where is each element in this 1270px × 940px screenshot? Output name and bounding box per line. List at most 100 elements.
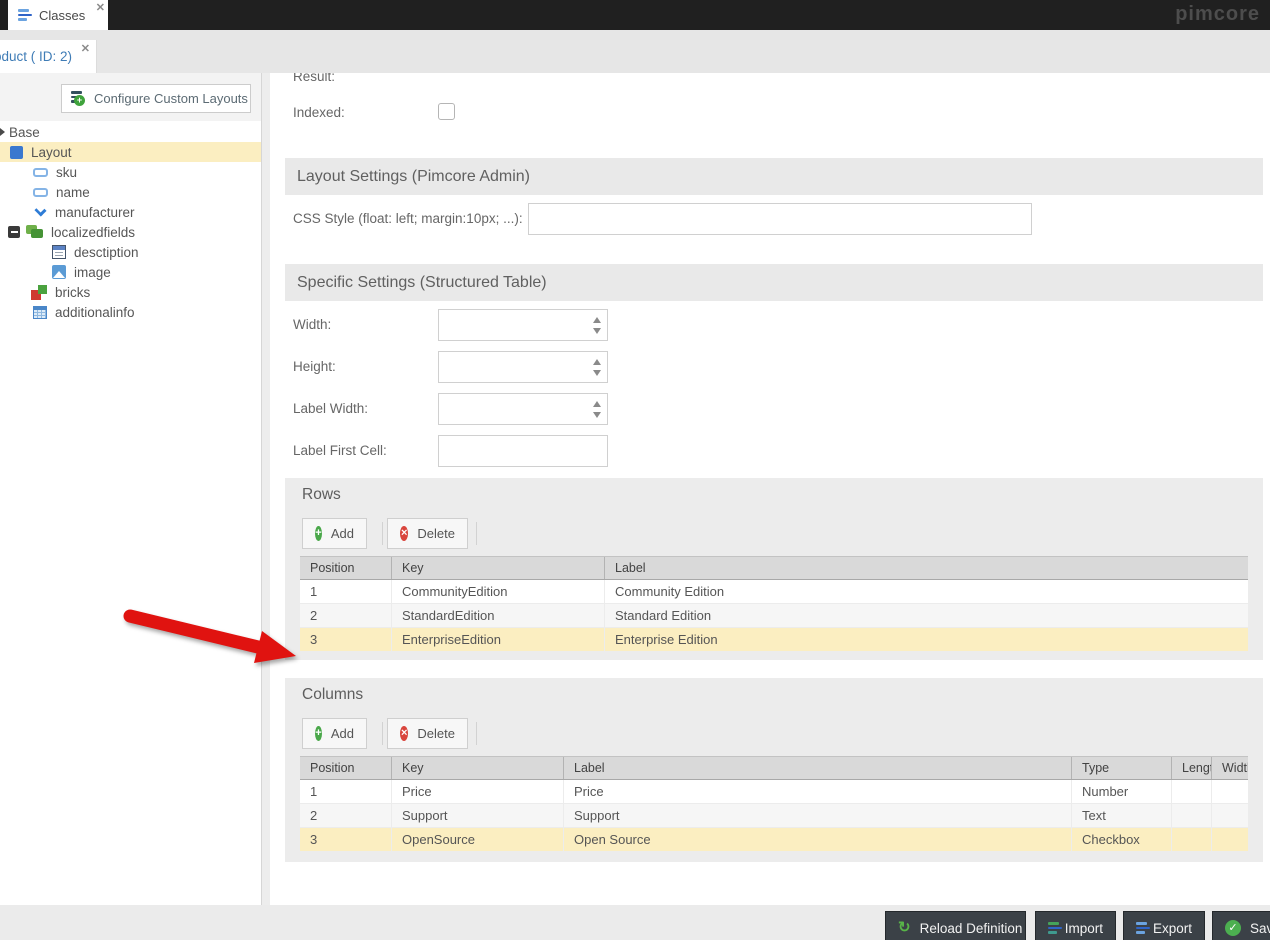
rows-grid-header: Position Key Label xyxy=(300,556,1248,580)
tree-item-bricks[interactable]: bricks xyxy=(0,282,261,302)
columns-grid-header: Position Key Label Type Length Width xyxy=(300,756,1248,780)
column-header[interactable]: Key xyxy=(392,557,605,579)
input-field-icon xyxy=(33,188,48,197)
table-field-icon xyxy=(33,306,47,319)
add-icon: + xyxy=(315,526,322,541)
save-check-icon: ✓ xyxy=(1225,920,1241,936)
objectbricks-icon xyxy=(31,285,47,300)
tree-item-desctiption[interactable]: desctiption xyxy=(0,242,261,262)
tree-item-image[interactable]: image xyxy=(0,262,261,282)
expander-icon[interactable] xyxy=(0,128,5,136)
height-field xyxy=(438,351,608,383)
pimcore-logo: pimcore xyxy=(1175,3,1260,26)
class-tree-panel: + Configure Custom Layouts Base Layout s… xyxy=(0,73,262,905)
field-settings-panel: Result: Indexed: Layout Settings (Pimcor… xyxy=(270,73,1270,905)
custom-layout-icon: + xyxy=(71,91,86,106)
save-button[interactable]: ✓ Save xyxy=(1212,911,1270,940)
rows-grid: Position Key Label 1 CommunityEdition Co… xyxy=(300,556,1248,652)
bottom-toolbar: ↻ Reload Definition Import Export ✓ Save xyxy=(0,905,1270,940)
import-button[interactable]: Import xyxy=(1035,911,1116,940)
indexed-label: Indexed: xyxy=(293,105,345,120)
css-style-input[interactable] xyxy=(528,203,1032,235)
indexed-checkbox[interactable] xyxy=(438,103,455,120)
label-first-cell-input[interactable] xyxy=(438,435,608,467)
height-label: Height: xyxy=(293,359,336,374)
spinner-buttons[interactable] xyxy=(587,394,607,424)
rows-delete-button[interactable]: × Delete xyxy=(387,518,468,549)
input-field-icon xyxy=(33,168,48,177)
export-icon xyxy=(1136,922,1144,934)
tree-item-layout[interactable]: Layout xyxy=(0,142,261,162)
columns-add-button[interactable]: + Add xyxy=(302,718,367,749)
panel-icon xyxy=(10,146,23,159)
reload-icon: ↻ xyxy=(898,921,911,935)
columns-grid: Position Key Label Type Length Width 1 P… xyxy=(300,756,1248,852)
table-row-selected[interactable]: 3 OpenSource Open Source Checkbox xyxy=(300,828,1248,852)
delete-icon: × xyxy=(400,726,408,741)
tree-item-base[interactable]: Base xyxy=(0,122,261,142)
tree-item-additionalinfo[interactable]: additionalinfo xyxy=(0,302,261,322)
tab-classes-label: Classes xyxy=(39,8,85,23)
class-definition-tree: Base Layout sku name manufacturer locali… xyxy=(0,122,261,322)
tree-item-localizedfields[interactable]: localizedfields xyxy=(0,222,261,242)
panel-splitter[interactable] xyxy=(262,73,270,905)
width-field xyxy=(438,309,608,341)
table-row[interactable]: 2 Support Support Text xyxy=(300,804,1248,828)
tab-product-class[interactable]: oduct ( ID: 2) ✕ xyxy=(0,40,97,73)
export-button[interactable]: Export xyxy=(1123,911,1205,940)
spinner-up-icon[interactable] xyxy=(593,359,601,365)
tree-item-name[interactable]: name xyxy=(0,182,261,202)
tab-product-class-label: oduct ( ID: 2) xyxy=(0,49,72,64)
select-field-icon xyxy=(34,204,46,216)
spinner-down-icon[interactable] xyxy=(593,370,601,376)
table-row[interactable]: 1 CommunityEdition Community Edition xyxy=(300,580,1248,604)
label-width-label: Label Width: xyxy=(293,401,368,416)
table-row-selected[interactable]: 3 EnterpriseEdition Enterprise Edition xyxy=(300,628,1248,652)
reload-definition-button[interactable]: ↻ Reload Definition xyxy=(885,911,1026,940)
editor-tab-strip: oduct ( ID: 2) ✕ xyxy=(0,30,1270,73)
layout-settings-header: Layout Settings (Pimcore Admin) xyxy=(285,158,1263,195)
column-header[interactable]: Label xyxy=(564,757,1072,779)
column-header[interactable]: Position xyxy=(300,557,392,579)
add-icon: + xyxy=(315,726,322,741)
column-header[interactable]: Width xyxy=(1212,757,1248,779)
configure-custom-layouts-button[interactable]: + Configure Custom Layouts xyxy=(61,84,251,113)
spinner-down-icon[interactable] xyxy=(593,412,601,418)
spinner-up-icon[interactable] xyxy=(593,317,601,323)
columns-delete-button[interactable]: × Delete xyxy=(387,718,468,749)
label-first-cell-label: Label First Cell: xyxy=(293,443,387,458)
column-header[interactable]: Length xyxy=(1172,757,1212,779)
top-bar: Classes ✕ pimcore xyxy=(0,0,1270,30)
close-icon[interactable]: ✕ xyxy=(81,44,90,54)
specific-settings-header: Specific Settings (Structured Table) xyxy=(285,264,1263,301)
spinner-up-icon[interactable] xyxy=(593,401,601,407)
columns-panel: Columns + Add × Delete Position Key Labe… xyxy=(285,678,1263,862)
import-icon xyxy=(1048,922,1056,934)
localized-fields-icon xyxy=(26,225,43,239)
delete-icon: × xyxy=(400,526,408,541)
tree-item-sku[interactable]: sku xyxy=(0,162,261,182)
tree-toolbar: + Configure Custom Layouts xyxy=(0,73,261,121)
collapse-icon[interactable] xyxy=(8,226,20,238)
height-input[interactable] xyxy=(438,351,608,383)
tab-classes[interactable]: Classes ✕ xyxy=(8,0,108,30)
label-width-input[interactable] xyxy=(438,393,608,425)
column-header[interactable]: Label xyxy=(605,557,1248,579)
tree-item-manufacturer[interactable]: manufacturer xyxy=(0,202,261,222)
rows-add-button[interactable]: + Add xyxy=(302,518,367,549)
column-header[interactable]: Position xyxy=(300,757,392,779)
result-label: Result: xyxy=(293,73,335,84)
spinner-buttons[interactable] xyxy=(587,352,607,382)
width-input[interactable] xyxy=(438,309,608,341)
classes-list-icon xyxy=(18,9,32,21)
column-header[interactable]: Key xyxy=(392,757,564,779)
table-row[interactable]: 2 StandardEdition Standard Edition xyxy=(300,604,1248,628)
rows-panel-title: Rows xyxy=(302,486,341,504)
spinner-down-icon[interactable] xyxy=(593,328,601,334)
wysiwyg-field-icon xyxy=(52,245,66,259)
close-icon[interactable]: ✕ xyxy=(96,3,105,13)
table-row[interactable]: 1 Price Price Number xyxy=(300,780,1248,804)
column-header[interactable]: Type xyxy=(1072,757,1172,779)
spinner-buttons[interactable] xyxy=(587,310,607,340)
image-field-icon xyxy=(52,265,66,279)
